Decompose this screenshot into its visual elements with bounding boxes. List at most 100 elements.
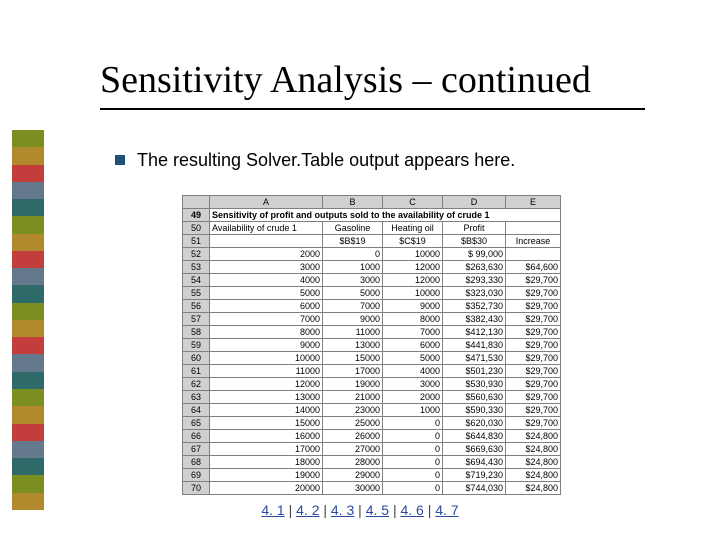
table-row: 7020000300000$744,030$24,800	[183, 482, 561, 495]
cell: $352,730	[443, 300, 506, 313]
row-number: 52	[183, 248, 210, 261]
row-number: 60	[183, 352, 210, 365]
footer-link[interactable]: 4. 3	[331, 502, 354, 518]
stripe	[12, 216, 44, 233]
link-separator: |	[424, 502, 435, 518]
cell: $29,700	[506, 313, 561, 326]
cell	[506, 248, 561, 261]
row-number: 57	[183, 313, 210, 326]
cell: $669,630	[443, 443, 506, 456]
cell: 0	[383, 482, 443, 495]
bullet-text: The resulting Solver.Table output appear…	[137, 150, 515, 171]
cell: 28000	[323, 456, 383, 469]
cell: 11000	[210, 365, 323, 378]
cell: $29,700	[506, 326, 561, 339]
row-number: 61	[183, 365, 210, 378]
row-number: 64	[183, 404, 210, 417]
stripe	[12, 130, 44, 147]
slide: Sensitivity Analysis – continued The res…	[0, 0, 720, 540]
cell: 16000	[210, 430, 323, 443]
footer-link[interactable]: 4. 2	[296, 502, 319, 518]
cell: 3000	[323, 274, 383, 287]
footer-link[interactable]: 4. 1	[261, 502, 284, 518]
stripe	[12, 441, 44, 458]
cell: 10000	[383, 248, 443, 261]
cell: Availability of crude 1	[210, 222, 323, 235]
link-separator: |	[285, 502, 296, 518]
cell: $64,600	[506, 261, 561, 274]
stripe	[12, 475, 44, 492]
table-row: 51 $B$19 $C$19 $B$30 Increase	[183, 235, 561, 248]
cell: 4000	[383, 365, 443, 378]
cell: 13000	[323, 339, 383, 352]
row-number: 50	[183, 222, 210, 235]
cell: 18000	[210, 456, 323, 469]
cell: $29,700	[506, 287, 561, 300]
table-row: 6414000230001000$590,330$29,700	[183, 404, 561, 417]
cell: 1000	[323, 261, 383, 274]
footer-links: 4. 1 | 4. 2 | 4. 3 | 4. 5 | 4. 6 | 4. 7	[0, 502, 720, 518]
cell: Increase	[506, 235, 561, 248]
cell: 0	[383, 417, 443, 430]
table-row: 555000500010000$323,030$29,700	[183, 287, 561, 300]
cell: 1000	[383, 404, 443, 417]
stripe	[12, 303, 44, 320]
row-number: 70	[183, 482, 210, 495]
cell: $29,700	[506, 352, 561, 365]
cell	[506, 222, 561, 235]
table-row: 599000130006000$441,830$29,700	[183, 339, 561, 352]
table-row: 6919000290000$719,230$24,800	[183, 469, 561, 482]
stripe	[12, 337, 44, 354]
table-row: 6717000270000$669,630$24,800	[183, 443, 561, 456]
page-title: Sensitivity Analysis – continued	[100, 58, 591, 102]
cell: Heating oil	[383, 222, 443, 235]
row-number: 63	[183, 391, 210, 404]
row-number: 67	[183, 443, 210, 456]
table-row: 6010000150005000$471,530$29,700	[183, 352, 561, 365]
table-row: 49 Sensitivity of profit and outputs sol…	[183, 209, 561, 222]
cell: $29,700	[506, 417, 561, 430]
cell: $323,030	[443, 287, 506, 300]
cell: 0	[383, 456, 443, 469]
cell: $29,700	[506, 404, 561, 417]
cell: 8000	[210, 326, 323, 339]
row-number: 58	[183, 326, 210, 339]
cell: 2000	[210, 248, 323, 261]
footer-link[interactable]: 4. 7	[435, 502, 458, 518]
cell: 25000	[323, 417, 383, 430]
cell: 10000	[383, 287, 443, 300]
stripe	[12, 406, 44, 423]
cell: 21000	[323, 391, 383, 404]
cell: 29000	[323, 469, 383, 482]
cell: $ 99,000	[443, 248, 506, 261]
cell: $501,230	[443, 365, 506, 378]
cell: 0	[323, 248, 383, 261]
stripe	[12, 424, 44, 441]
stripe	[12, 372, 44, 389]
decorative-stripes	[12, 130, 44, 510]
cell: $B$30	[443, 235, 506, 248]
cell: 26000	[323, 430, 383, 443]
cell: 13000	[210, 391, 323, 404]
row-number: 65	[183, 417, 210, 430]
table-row: 6616000260000$644,830$24,800	[183, 430, 561, 443]
caption-cell: Sensitivity of profit and outputs sold t…	[210, 209, 561, 222]
cell: 6000	[210, 300, 323, 313]
cell: 11000	[323, 326, 383, 339]
cell: 5000	[323, 287, 383, 300]
cell: 9000	[383, 300, 443, 313]
cell: 0	[383, 430, 443, 443]
cell: $24,800	[506, 443, 561, 456]
cell: $24,800	[506, 430, 561, 443]
cell: Gasoline	[323, 222, 383, 235]
footer-link[interactable]: 4. 5	[366, 502, 389, 518]
col-header-b: B	[323, 196, 383, 209]
cell: 12000	[383, 261, 443, 274]
col-header-c: C	[383, 196, 443, 209]
bullet-icon	[115, 155, 125, 165]
cell: 4000	[210, 274, 323, 287]
cell: $29,700	[506, 365, 561, 378]
footer-link[interactable]: 4. 6	[400, 502, 423, 518]
table-row: 6515000250000$620,030$29,700	[183, 417, 561, 430]
cell: 7000	[210, 313, 323, 326]
